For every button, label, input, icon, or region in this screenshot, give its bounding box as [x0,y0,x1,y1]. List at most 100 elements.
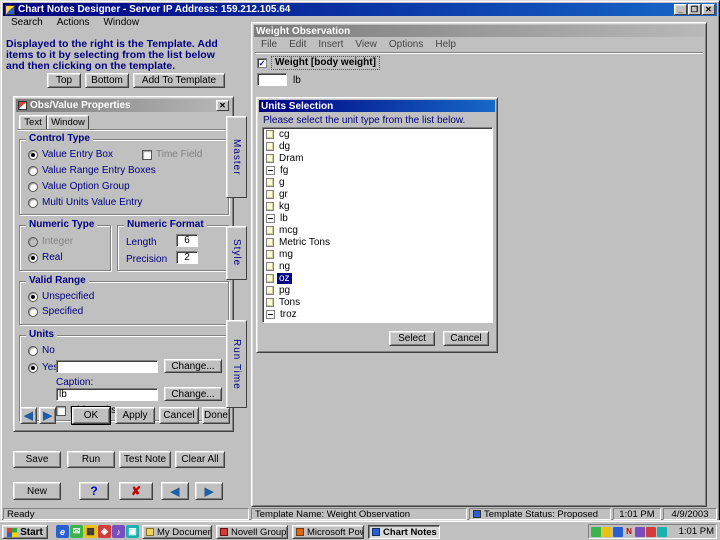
close-button[interactable]: ✕ [702,4,715,15]
option-real[interactable]: Real [28,252,63,263]
units-list[interactable]: cg dg Dram fg g gr kg lb mcg Metric Tons mg ng oz pg T… [262,127,493,323]
ok-button[interactable]: OK [71,406,111,425]
unit-list-item[interactable]: mcg [263,224,492,236]
radio-icon[interactable] [28,306,38,317]
top-button[interactable]: Top [47,73,81,88]
save-button[interactable]: Save [13,451,61,468]
quick-launch-icon[interactable]: ✉ [70,525,83,538]
unit-list-item[interactable]: oz [263,272,492,284]
minimize-button[interactable]: _ [674,4,687,15]
unit-list-item[interactable]: fg [263,164,492,176]
option-value-option-group[interactable]: Value Option Group [28,181,130,192]
tray-icon[interactable] [657,526,667,537]
unit-list-item[interactable]: Dram [263,152,492,164]
radio-icon[interactable] [28,252,38,263]
task-novell-groupwise[interactable]: Novell GroupW... [216,525,288,539]
radio-icon[interactable] [28,291,38,302]
select-button[interactable]: Select [389,331,435,346]
tab-window[interactable]: Window [47,115,89,130]
radio-icon[interactable] [28,165,38,176]
tray-icon[interactable] [613,526,623,537]
tab-text[interactable]: Text [19,115,47,130]
tray-icon[interactable] [602,526,612,537]
delete-button[interactable]: ✘ [119,482,153,500]
quick-launch-icon[interactable]: e [56,525,69,538]
option-integer[interactable]: Integer [28,236,73,247]
unit-list-item[interactable]: gr [263,188,492,200]
next-button[interactable]: ▶ [195,482,223,500]
menu-window[interactable]: Window [96,17,146,30]
units-change-button[interactable]: Change... [164,359,222,373]
quick-launch-icon[interactable]: ▣ [126,525,139,538]
unit-list-item[interactable]: lb [263,212,492,224]
clear-all-button[interactable]: Clear All [175,451,225,468]
radio-icon[interactable] [28,345,38,356]
sidebar-tab-run-time[interactable]: Run Time [226,320,247,408]
option-units-no[interactable]: No [28,345,55,356]
menu-actions[interactable]: Actions [50,17,97,30]
add-to-template-button[interactable]: Add To Template [133,73,225,88]
tray-icon[interactable]: N [624,527,634,537]
radio-icon[interactable] [28,236,38,247]
unit-list-item[interactable]: g [263,176,492,188]
option-value-range-entry-boxes[interactable]: Value Range Entry Boxes [28,165,156,176]
new-button[interactable]: New [13,482,61,500]
option-units-yes[interactable]: Yes [28,362,58,373]
tray-icon[interactable] [635,526,645,537]
prev-button[interactable]: ◀ [161,482,189,500]
option-value-entry-box[interactable]: Value Entry Box [28,149,113,160]
radio-icon[interactable] [28,197,38,208]
caption-input[interactable] [56,388,158,401]
title-bar[interactable]: Chart Notes Designer - Server IP Address… [3,3,717,16]
unit-list-item[interactable]: troz [263,308,492,320]
radio-icon[interactable] [28,149,38,160]
checkbox-icon[interactable]: ✓ [257,58,267,68]
nav-back-button[interactable]: ◀ [20,407,37,424]
task-chart-notes[interactable]: Chart Notes ... [368,525,440,539]
sidebar-tab-style[interactable]: Style [226,226,247,280]
menu-options[interactable]: Options [383,39,429,51]
unit-list-item[interactable]: kg [263,200,492,212]
length-input[interactable] [176,234,198,247]
bottom-button[interactable]: Bottom [85,73,129,88]
start-button[interactable]: Start [2,525,48,539]
quick-launch-icon[interactable]: ▦ [84,525,97,538]
maximize-button[interactable]: ❐ [688,4,701,15]
menu-help[interactable]: Help [429,39,462,51]
template-field[interactable]: ✓ Weight [body weight] [257,56,380,70]
menu-view[interactable]: View [349,39,383,51]
taskbar-clock[interactable]: 1:01 PM [679,526,714,537]
weight-value-input[interactable] [257,73,287,86]
option-multi-units-value-entry[interactable]: Multi Units Value Entry [28,197,142,208]
help-button[interactable]: ? [79,482,109,500]
menu-file[interactable]: File [255,39,283,51]
units-cancel-button[interactable]: Cancel [443,331,489,346]
nav-forward-button[interactable]: ▶ [39,407,56,424]
task-microsoft-powerpoint[interactable]: Microsoft Pow... [292,525,364,539]
run-button[interactable]: Run [67,451,115,468]
quick-launch-icon[interactable]: ◈ [98,525,111,538]
precision-input[interactable] [176,251,198,264]
weight-window-title-bar[interactable]: Weight Observation [254,25,704,37]
unit-list-item[interactable]: ng [263,260,492,272]
checkbox-icon[interactable] [56,405,66,416]
unit-list-item[interactable]: dg [263,140,492,152]
menu-insert[interactable]: Insert [312,39,349,51]
checkbox-icon[interactable] [142,149,152,160]
apply-button[interactable]: Apply [115,407,155,424]
task-my-documents[interactable]: My Documents [142,525,212,539]
quick-launch-icon[interactable]: ♪ [112,525,125,538]
radio-icon[interactable] [28,181,38,192]
unit-list-item[interactable]: Metric Tons [263,236,492,248]
tray-icon[interactable] [646,526,656,537]
unit-list-item[interactable]: mg [263,248,492,260]
units-dialog-title-bar[interactable]: Units Selection [259,100,495,112]
menu-search[interactable]: Search [4,17,50,30]
unit-list-item[interactable]: Tons [263,296,492,308]
cancel-button[interactable]: Cancel [159,407,199,424]
option-time-field[interactable]: Time Field [142,149,202,160]
tray-icon[interactable] [591,526,601,537]
option-unspecified[interactable]: Unspecified [28,291,94,302]
menu-edit[interactable]: Edit [283,39,312,51]
units-type-input[interactable] [56,360,158,373]
